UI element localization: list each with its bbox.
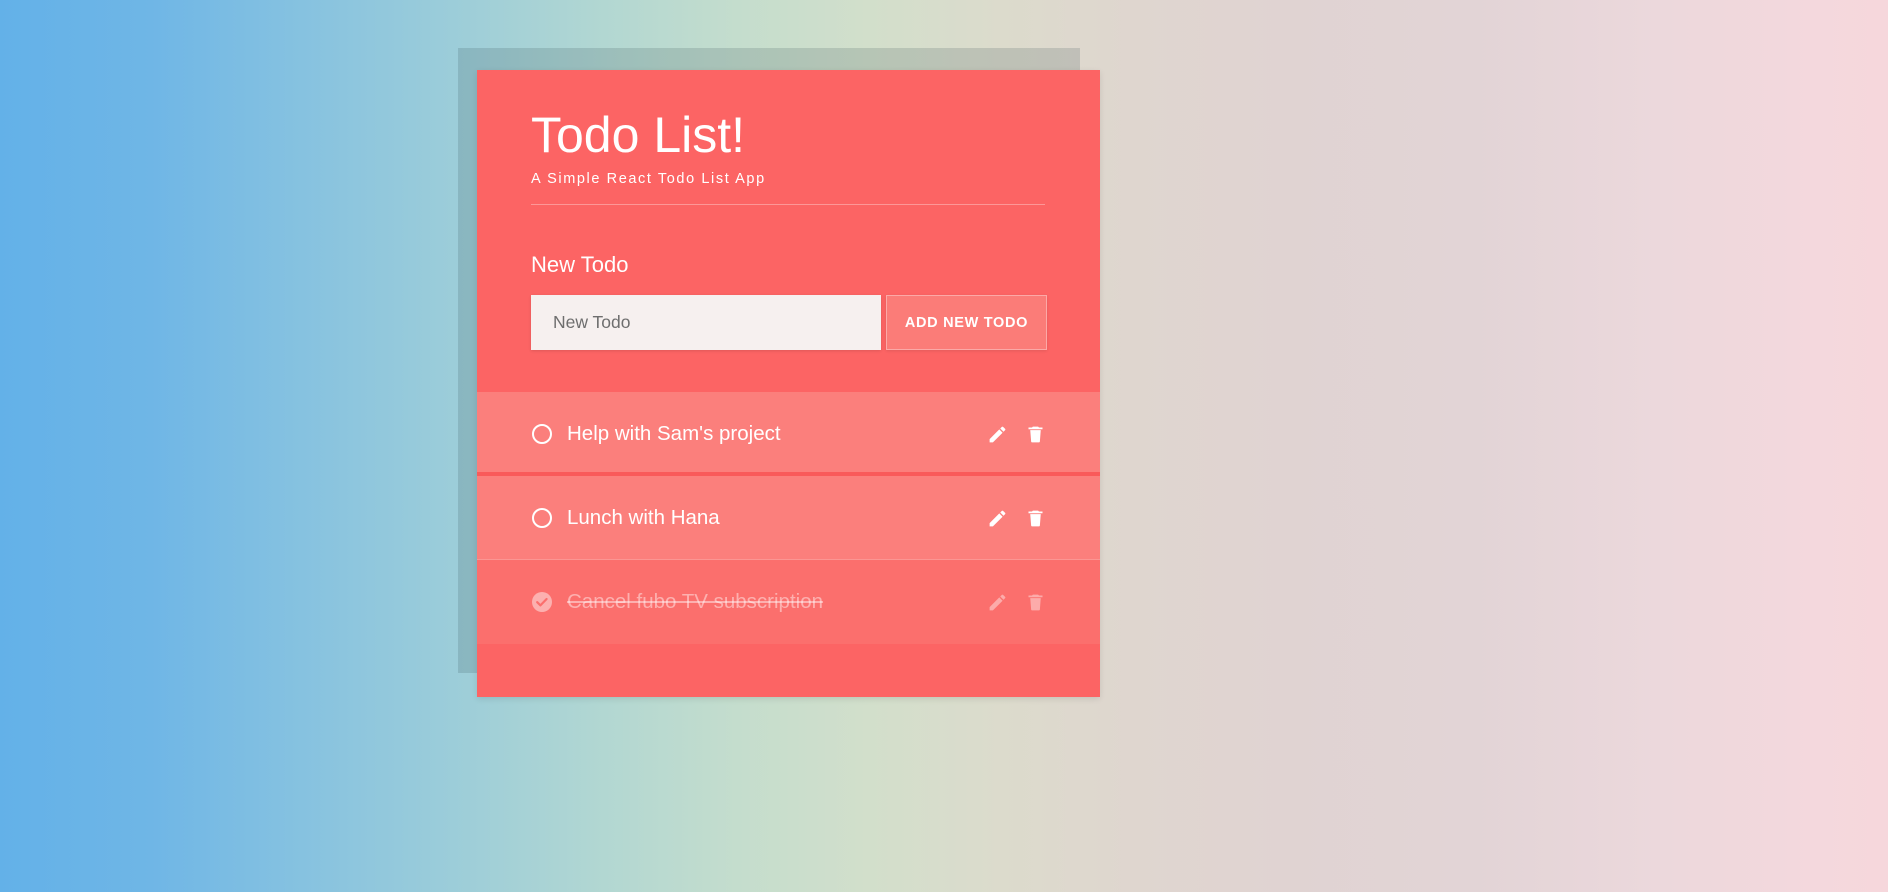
- new-todo-input-row: ADD NEW TODO: [531, 295, 1047, 351]
- todo-list-item[interactable]: Lunch with Hana: [477, 476, 1100, 561]
- pencil-icon[interactable]: [987, 508, 1008, 529]
- todo-item-actions: [987, 592, 1046, 613]
- todo-list-item[interactable]: Help with Sam's project: [477, 392, 1100, 477]
- todo-item-text: Help with Sam's project: [567, 422, 781, 446]
- new-todo-label: New Todo: [531, 252, 629, 277]
- new-todo-form: New Todo ADD NEW TODO: [477, 252, 1100, 351]
- trash-icon[interactable]: [1025, 508, 1046, 529]
- trash-icon[interactable]: [1025, 424, 1046, 445]
- circle-outline-icon[interactable]: [531, 507, 553, 529]
- trash-icon[interactable]: [1025, 592, 1046, 613]
- circle-outline-icon[interactable]: [531, 423, 553, 445]
- new-todo-input[interactable]: [531, 295, 881, 351]
- card-header: Todo List! A Simple React Todo List App: [477, 70, 1100, 205]
- page-subtitle: A Simple React Todo List App: [531, 171, 766, 187]
- card-footer: [477, 644, 1100, 697]
- todo-item-actions: [987, 424, 1046, 445]
- todo-list-item[interactable]: Cancel fubo TV subscription: [477, 560, 1100, 645]
- form-bottom-spacer: [477, 350, 1100, 392]
- add-new-todo-button[interactable]: ADD NEW TODO: [886, 295, 1047, 351]
- todo-app-card: Todo List! A Simple React Todo List App …: [477, 70, 1100, 697]
- todo-item-text: Lunch with Hana: [567, 506, 720, 530]
- page-title: Todo List!: [531, 107, 746, 163]
- check-circle-filled-icon[interactable]: [531, 591, 553, 613]
- todo-list: Help with Sam's project Lunch with Hana …: [477, 392, 1100, 645]
- header-divider: [531, 204, 1045, 205]
- todo-item-text: Cancel fubo TV subscription: [567, 590, 824, 614]
- todo-item-actions: [987, 508, 1046, 529]
- pencil-icon[interactable]: [987, 592, 1008, 613]
- pencil-icon[interactable]: [987, 424, 1008, 445]
